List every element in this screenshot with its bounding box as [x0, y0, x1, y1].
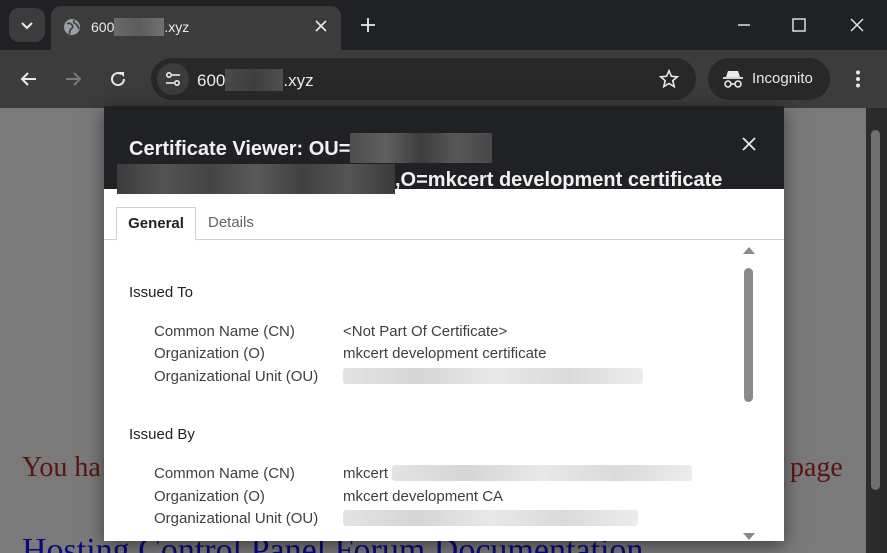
field-value: mkcert: [343, 465, 693, 482]
issued-to-heading: Issued To: [129, 284, 193, 301]
field-value: mkcert development certificate: [343, 345, 547, 362]
close-icon: [850, 18, 864, 32]
incognito-indicator[interactable]: Incognito: [708, 58, 830, 100]
field-label: Common Name (CN): [154, 465, 295, 482]
field-value: [343, 368, 643, 385]
tab-details[interactable]: Details: [208, 207, 254, 239]
tab-title: 600 .xyz: [91, 18, 190, 36]
scrollbar-thumb[interactable]: [871, 130, 880, 490]
minimize-button[interactable]: [732, 13, 756, 37]
field-label: Organization (O): [154, 345, 265, 362]
reload-icon: [111, 72, 126, 87]
issued-by-heading: Issued By: [129, 426, 195, 443]
scrollbar-thumb[interactable]: [744, 268, 753, 402]
site-info-button[interactable]: [157, 63, 189, 95]
dialog-body: Issued To Common Name (CN) <Not Part Of …: [104, 240, 784, 541]
plus-icon: [361, 18, 375, 32]
dialog-close-button[interactable]: [738, 133, 760, 155]
new-tab-button[interactable]: [356, 13, 380, 37]
dialog-header: Certificate Viewer: OU= ,O=mkcert develo…: [104, 106, 784, 194]
redacted-text: [114, 18, 165, 36]
incognito-icon: [723, 71, 743, 88]
page-scrollbar[interactable]: [866, 108, 887, 553]
close-icon: [315, 20, 327, 32]
arrow-right-icon: [66, 72, 82, 86]
forward-button[interactable]: [61, 67, 85, 91]
kebab-menu-icon: [856, 70, 860, 88]
dialog-title: Certificate Viewer: OU= ,O=mkcert develo…: [117, 133, 729, 195]
maximize-icon: [792, 18, 806, 32]
certificate-viewer-dialog: Certificate Viewer: OU= ,O=mkcert develo…: [104, 106, 784, 541]
url-text[interactable]: 600 .xyz: [197, 69, 314, 91]
dialog-tabs: General Details: [104, 189, 784, 241]
tab-strip: 600 .xyz: [0, 0, 887, 50]
bookmark-star-button[interactable]: [658, 68, 680, 90]
globe-icon: [64, 19, 80, 35]
field-value: mkcert development CA: [343, 488, 504, 505]
tab-close-button[interactable]: [311, 16, 331, 36]
browser-tab[interactable]: 600 .xyz: [51, 6, 341, 50]
page-text: You ha: [22, 452, 101, 483]
field-value: <Not Part Of Certificate>: [343, 323, 508, 340]
close-icon: [742, 137, 756, 151]
back-button[interactable]: [17, 67, 41, 91]
scroll-down-arrow-icon[interactable]: [743, 533, 755, 541]
tab-general[interactable]: General: [116, 207, 196, 241]
redacted-text: [343, 368, 643, 384]
redacted-text: [225, 69, 284, 91]
page-text: page: [790, 452, 843, 483]
field-label: Organization (O): [154, 488, 265, 505]
tune-icon: [165, 71, 181, 87]
close-window-button[interactable]: [845, 13, 869, 37]
redacted-text: [343, 510, 638, 526]
toolbar: 600 .xyz Incognito: [0, 50, 887, 108]
browser-menu-button[interactable]: [846, 67, 870, 91]
reload-button[interactable]: [106, 67, 130, 91]
minimize-icon: [738, 24, 750, 26]
redacted-text: [392, 465, 693, 481]
dialog-scrollbar[interactable]: [740, 246, 758, 541]
tab-search-button[interactable]: [9, 8, 45, 42]
chevron-down-icon: [21, 22, 33, 30]
arrow-left-icon: [20, 72, 36, 86]
incognito-label: Incognito: [752, 70, 813, 87]
maximize-button[interactable]: [787, 13, 811, 37]
redacted-text: [350, 133, 493, 163]
field-label: Organizational Unit (OU): [154, 510, 319, 527]
address-bar[interactable]: 600 .xyz: [151, 58, 696, 100]
field-label: Common Name (CN): [154, 323, 295, 340]
star-icon: [659, 69, 679, 89]
field-label: Organizational Unit (OU): [154, 368, 319, 385]
scroll-up-arrow-icon[interactable]: [743, 246, 755, 254]
field-value: [343, 510, 638, 527]
